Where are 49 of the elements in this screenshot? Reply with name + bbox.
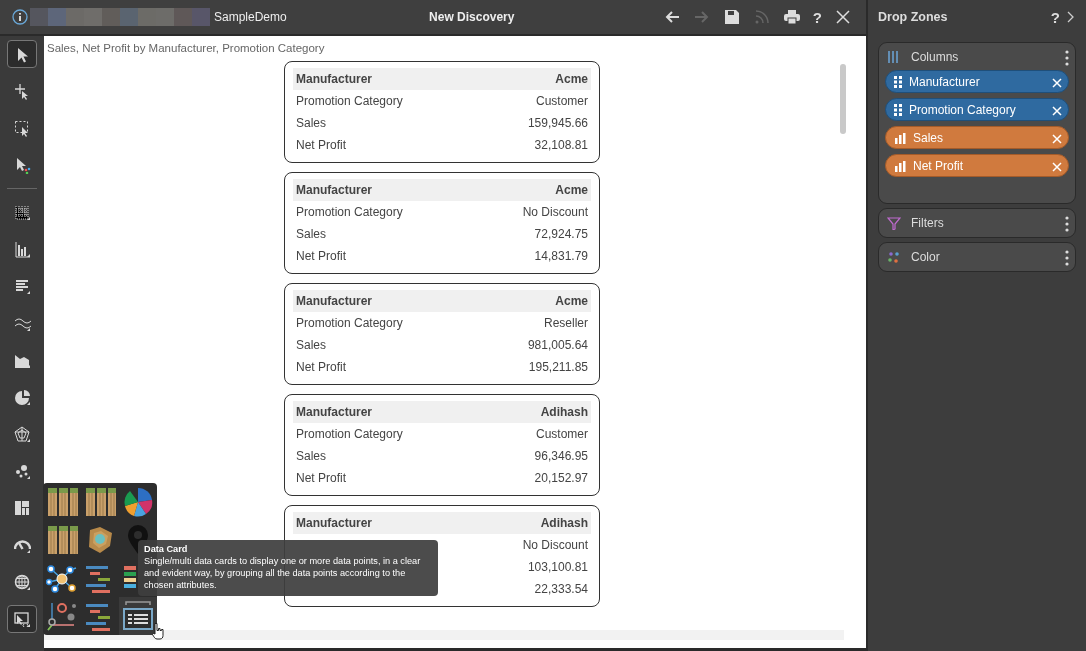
field-label: Sales [913,129,945,147]
field-label: Net Profit [913,157,964,175]
chart-title: Sales, Net Profit by Manufacturer, Promotion Category [46,41,326,56]
field-label: Sales [296,337,327,355]
field-value: Adihash [540,515,588,533]
field-label: Net Profit [296,248,346,266]
field-label: Promotion Category [909,101,1017,119]
tooltip: Data Card Single/multi data cards to display one or more data points, in a clear and evident way, by grouping all the data points according to the chosen attributes. [138,540,438,596]
field-label: Manufacturer [296,293,372,311]
field-value: 981,005.64 [527,337,588,355]
field-value: 159,945.66 [527,115,588,133]
field-value: 96,346.95 [534,448,588,466]
field-value: 22,333.54 [534,581,588,599]
field-label: Manufacturer [909,73,981,91]
field-value: 195,211.85 [528,359,588,377]
field-value: 72,924.75 [534,226,588,244]
zone-label: Filters [911,215,945,232]
field-value: No Discount [522,204,588,222]
field-label: Net Profit [296,137,346,155]
field-value: Adihash [540,404,588,422]
field-label: Sales [296,448,327,466]
zone-label: Columns [911,49,960,66]
field-label: Sales [296,226,327,244]
field-value: 20,152.97 [534,470,588,488]
app-name: SampleDemo [214,9,287,26]
field-label: Promotion Category [296,93,403,111]
field-label: Manufacturer [296,404,372,422]
field-label: Net Profit [296,470,346,488]
field-value: Acme [555,71,588,89]
field-value: 14,831.79 [534,248,588,266]
field-value: Reseller [544,315,588,333]
field-value: No Discount [522,537,588,555]
field-label: Manufacturer [296,71,372,89]
field-label: Net Profit [296,359,346,377]
field-value: Acme [555,293,588,311]
window-title: New Discovery [428,9,516,26]
field-label: Promotion Category [296,426,403,444]
field-value: Acme [555,182,588,200]
field-label: Manufacturer [296,182,372,200]
field-value: Customer [536,426,588,444]
zone-label: Color [911,249,941,266]
field-value: 103,100.81 [527,559,588,577]
field-label: Promotion Category [296,204,403,222]
field-label: Manufacturer [296,515,372,533]
field-value: 32,108.81 [534,137,588,155]
field-value: Customer [536,93,588,111]
panel-title: Drop Zones [878,8,949,26]
field-label: Sales [296,115,327,133]
field-label: Promotion Category [296,315,403,333]
